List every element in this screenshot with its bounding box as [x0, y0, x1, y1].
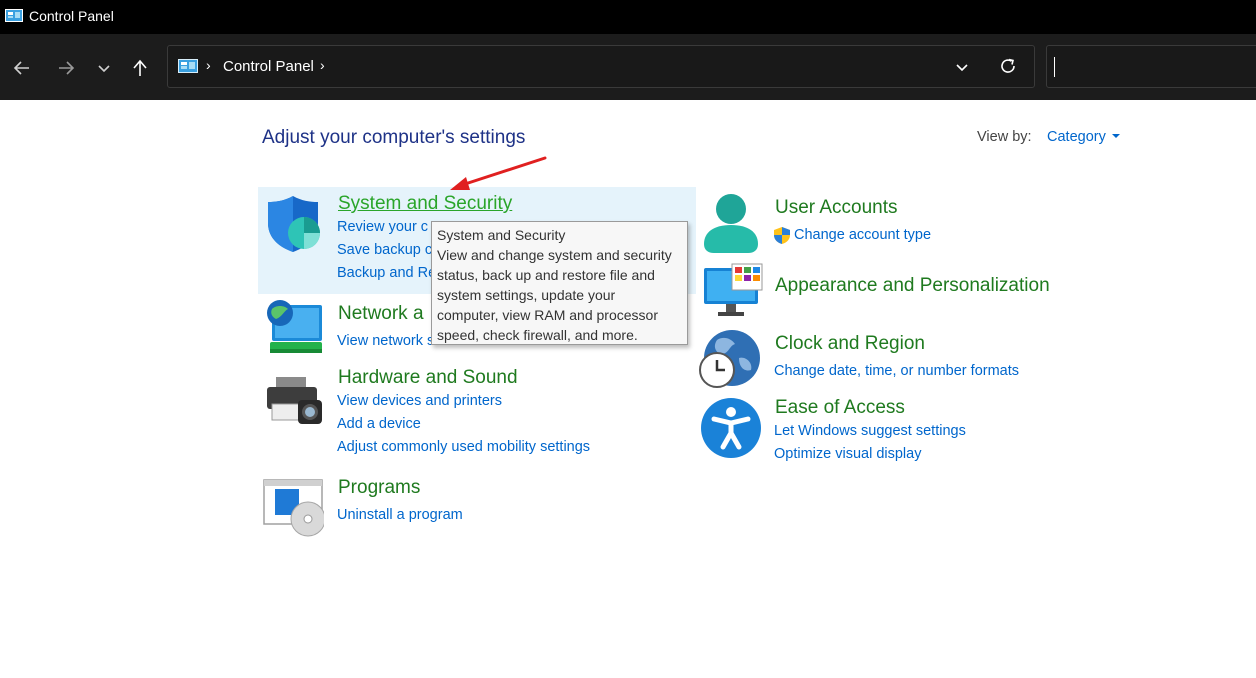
- tooltip-line: System and Security: [437, 227, 566, 243]
- text-caret: [1054, 57, 1055, 77]
- view-by-label: View by:: [977, 129, 1032, 145]
- search-input[interactable]: [1057, 54, 1256, 80]
- link-uninstall-a-program[interactable]: Uninstall a program: [337, 507, 463, 523]
- shield-icon[interactable]: [264, 193, 326, 255]
- link-save-backup-copies[interactable]: Save backup c: [337, 242, 432, 258]
- refresh-button[interactable]: [998, 56, 1018, 81]
- window-title: Control Panel: [29, 8, 114, 24]
- control-panel-icon: [178, 59, 198, 73]
- tooltip-line: computer, view RAM and processor: [437, 307, 658, 323]
- up-arrow-icon: [133, 59, 147, 76]
- dropdown-chevron-icon: [956, 64, 968, 72]
- category-network-and-internet[interactable]: Network a: [338, 303, 424, 325]
- category-hardware-and-sound[interactable]: Hardware and Sound: [338, 367, 518, 389]
- recent-locations-button[interactable]: [90, 54, 118, 82]
- refresh-icon: [1001, 58, 1015, 73]
- tooltip: System and Security View and change syst…: [431, 221, 688, 345]
- category-appearance-and-personalization[interactable]: Appearance and Personalization: [775, 275, 1050, 297]
- link-backup-and-restore[interactable]: Backup and Re: [337, 265, 436, 281]
- navigation-bar: › Control Panel ›: [0, 34, 1256, 100]
- tooltip-line: status, back up and restore file and: [437, 267, 655, 283]
- forward-arrow-icon: [59, 61, 75, 75]
- link-change-date-time-formats[interactable]: Change date, time, or number formats: [774, 363, 1019, 379]
- address-dropdown-button[interactable]: [954, 59, 970, 80]
- uac-shield-icon: [774, 227, 790, 244]
- category-programs[interactable]: Programs: [338, 477, 420, 499]
- up-button[interactable]: [126, 54, 154, 82]
- view-by-dropdown[interactable]: Category: [1047, 129, 1106, 145]
- printer-camera-icon[interactable]: [264, 374, 326, 436]
- category-user-accounts[interactable]: User Accounts: [775, 197, 898, 219]
- view-by-caret-icon[interactable]: [1112, 134, 1120, 138]
- link-adjust-mobility-settings[interactable]: Adjust commonly used mobility settings: [337, 439, 590, 455]
- breadcrumb-control-panel[interactable]: Control Panel: [223, 58, 314, 75]
- tooltip-line: system settings, update your: [437, 287, 616, 303]
- network-globe-icon[interactable]: [264, 297, 326, 359]
- recent-chevron-icon: [98, 65, 110, 73]
- link-change-account-type[interactable]: Change account type: [794, 227, 931, 243]
- back-button[interactable]: [8, 54, 36, 82]
- clock-globe-icon[interactable]: [699, 328, 761, 390]
- category-clock-and-region[interactable]: Clock and Region: [775, 333, 925, 355]
- accessibility-icon[interactable]: [700, 397, 762, 459]
- link-optimize-visual-display[interactable]: Optimize visual display: [774, 446, 921, 462]
- user-icon[interactable]: [700, 192, 762, 254]
- page-title: Adjust your computer's settings: [262, 127, 526, 148]
- control-panel-icon: [5, 9, 23, 22]
- link-review-computer-status[interactable]: Review your c: [337, 219, 428, 235]
- breadcrumb-separator[interactable]: ›: [320, 57, 325, 73]
- tooltip-line: speed, check firewall, and more.: [437, 327, 638, 343]
- breadcrumb-separator: ›: [206, 57, 211, 73]
- annotation-arrow-icon: [450, 156, 547, 190]
- back-arrow-icon: [13, 61, 29, 75]
- search-box[interactable]: [1046, 45, 1256, 88]
- address-bar[interactable]: › Control Panel ›: [167, 45, 1035, 88]
- forward-button[interactable]: [52, 54, 80, 82]
- programs-disc-icon[interactable]: [262, 477, 324, 539]
- title-bar: Control Panel: [0, 0, 1256, 34]
- link-add-a-device[interactable]: Add a device: [337, 416, 421, 432]
- tooltip-line: View and change system and security: [437, 247, 672, 263]
- monitor-palette-icon[interactable]: [702, 262, 764, 324]
- link-let-windows-suggest-settings[interactable]: Let Windows suggest settings: [774, 423, 966, 439]
- link-view-devices-and-printers[interactable]: View devices and printers: [337, 393, 502, 409]
- category-ease-of-access[interactable]: Ease of Access: [775, 397, 905, 419]
